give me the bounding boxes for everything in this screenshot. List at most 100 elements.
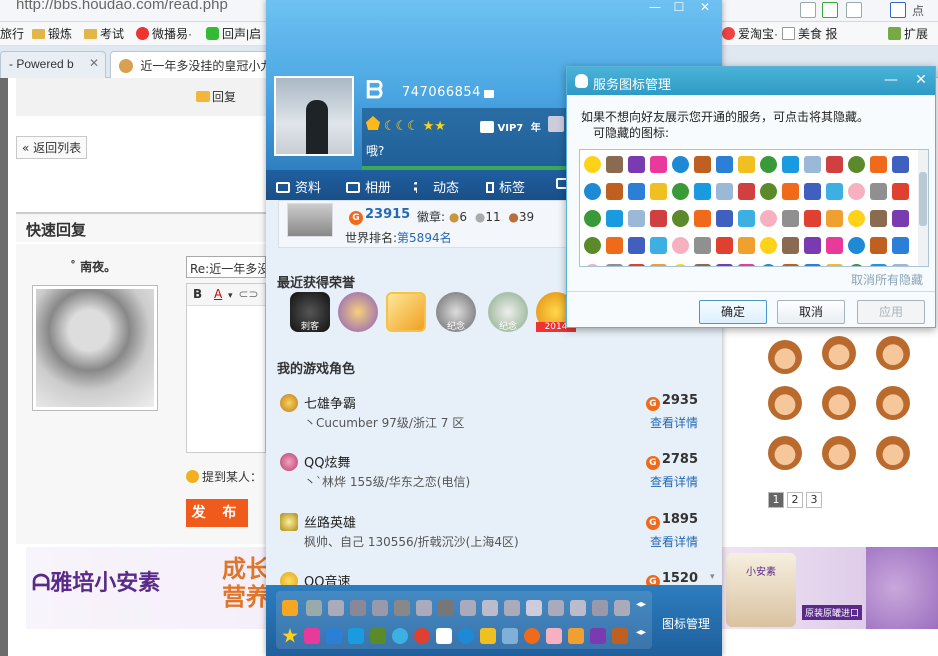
- hideable-service-icon[interactable]: [870, 210, 887, 227]
- hideable-service-icon[interactable]: [870, 183, 887, 200]
- lottery-icon[interactable]: [480, 628, 496, 644]
- hideable-service-icon[interactable]: [738, 237, 755, 254]
- hideable-service-icon[interactable]: [848, 264, 865, 266]
- bookmark-item[interactable]: 旅行: [0, 26, 24, 42]
- emoticon-monkey[interactable]: [876, 386, 910, 420]
- reply-link[interactable]: 回复: [196, 88, 236, 105]
- hideable-service-icon[interactable]: [870, 156, 887, 173]
- hideable-service-icon[interactable]: [782, 210, 799, 227]
- bookmark-item[interactable]: 微播易·: [136, 26, 192, 42]
- hideable-service-icon[interactable]: [584, 264, 601, 266]
- hideable-service-icon[interactable]: [848, 156, 865, 173]
- username[interactable]: ˚ 南夜。: [70, 258, 116, 275]
- hideable-icon-grid[interactable]: [579, 149, 929, 267]
- hideable-service-icon[interactable]: [826, 264, 843, 266]
- hideable-service-icon[interactable]: [892, 210, 909, 227]
- hideable-service-icon[interactable]: [584, 210, 601, 227]
- extensions-button[interactable]: 扩展: [888, 26, 928, 42]
- hideable-service-icon[interactable]: [606, 210, 623, 227]
- dialog-titlebar[interactable]: 服务图标管理 — ✕: [567, 67, 935, 95]
- service-icon[interactable]: [438, 600, 454, 616]
- search-engine-icon[interactable]: [846, 2, 862, 18]
- hideable-service-icon[interactable]: [584, 156, 601, 173]
- hideable-service-icon[interactable]: [672, 156, 689, 173]
- hideable-service-icon[interactable]: [628, 156, 645, 173]
- bookmark-item[interactable]: 考试: [84, 26, 124, 42]
- hideable-service-icon[interactable]: [606, 156, 623, 173]
- pet-icon[interactable]: [414, 628, 430, 644]
- scrollbar-thumb[interactable]: [919, 172, 927, 226]
- publish-button[interactable]: 发 布: [186, 499, 248, 527]
- hideable-service-icon[interactable]: [892, 183, 909, 200]
- hideable-service-icon[interactable]: [804, 264, 821, 266]
- bookmark-item[interactable]: 回声|启: [206, 26, 261, 42]
- tab-powered[interactable]: - Powered b ✕: [0, 51, 106, 78]
- service-icon[interactable]: [350, 600, 366, 616]
- hideable-service-icon[interactable]: [672, 183, 689, 200]
- view-details-link[interactable]: 查看详情: [650, 533, 698, 550]
- cube-icon[interactable]: [348, 628, 364, 644]
- emoticon-monkey[interactable]: [768, 340, 802, 374]
- reply-subject-input[interactable]: Re:近一年多没: [186, 256, 266, 278]
- service-icon[interactable]: [394, 600, 410, 616]
- hideable-service-icon[interactable]: [870, 237, 887, 254]
- pink-icon[interactable]: [546, 628, 562, 644]
- hideable-service-icon[interactable]: [650, 183, 667, 200]
- minimize-icon[interactable]: —: [644, 0, 666, 16]
- hideable-service-icon[interactable]: [738, 210, 755, 227]
- emoticon-monkey[interactable]: [876, 336, 910, 370]
- game-name[interactable]: QQ音速: [304, 571, 350, 585]
- hideable-service-icon[interactable]: [628, 237, 645, 254]
- bookmark-item[interactable]: 美食 报: [782, 26, 837, 42]
- hideable-service-icon[interactable]: [716, 237, 733, 254]
- hideable-service-icon[interactable]: [694, 210, 711, 227]
- qq-number[interactable]: 747066854: [402, 85, 481, 100]
- user-avatar[interactable]: [32, 285, 158, 411]
- apply-button[interactable]: 应用: [857, 300, 925, 324]
- hideable-service-icon[interactable]: [716, 264, 733, 266]
- hideable-service-icon[interactable]: [694, 183, 711, 200]
- hideable-service-icon[interactable]: [672, 237, 689, 254]
- chevron-left-right-icon[interactable]: ◂▸: [636, 627, 646, 638]
- hideable-service-icon[interactable]: [628, 183, 645, 200]
- hideable-service-icon[interactable]: [738, 183, 755, 200]
- farm-icon[interactable]: [370, 628, 386, 644]
- hideable-service-icon[interactable]: [584, 183, 601, 200]
- hideable-service-icon[interactable]: [760, 210, 777, 227]
- world-rank-link[interactable]: 第5894名: [397, 231, 452, 245]
- game-name[interactable]: 七雄争霸: [304, 393, 356, 412]
- tab-tags[interactable]: 标签: [486, 177, 525, 196]
- hideable-service-icon[interactable]: [804, 210, 821, 227]
- view-details-link[interactable]: 查看详情: [650, 473, 698, 490]
- hideable-service-icon[interactable]: [782, 183, 799, 200]
- cow-icon[interactable]: [436, 628, 452, 644]
- hideable-service-icon[interactable]: [760, 237, 777, 254]
- hideable-service-icon[interactable]: [650, 210, 667, 227]
- hideable-service-icon[interactable]: [694, 156, 711, 173]
- hideable-service-icon[interactable]: [804, 156, 821, 173]
- tab-album[interactable]: 相册: [346, 177, 391, 196]
- honor-badge[interactable]: 纪念: [436, 292, 476, 332]
- app-icon[interactable]: [304, 628, 320, 644]
- service-icon[interactable]: [460, 600, 476, 616]
- hideable-service-icon[interactable]: [606, 237, 623, 254]
- bold-icon[interactable]: B: [193, 287, 202, 301]
- camera-icon[interactable]: [326, 628, 342, 644]
- hideable-service-icon[interactable]: [760, 183, 777, 200]
- hideable-service-icon[interactable]: [694, 237, 711, 254]
- hideable-service-icon[interactable]: [760, 264, 777, 266]
- hideable-service-icon[interactable]: [672, 210, 689, 227]
- link-icon[interactable]: ⊂⊃: [238, 287, 258, 301]
- hideable-service-icon[interactable]: [672, 264, 689, 266]
- minimize-icon[interactable]: —: [883, 72, 899, 88]
- hideable-service-icon[interactable]: [716, 156, 733, 173]
- close-icon[interactable]: ✕: [694, 0, 716, 16]
- game-name[interactable]: QQ炫舞: [304, 452, 350, 471]
- scroll-down-icon[interactable]: ▾: [710, 572, 715, 582]
- emoticon-monkey[interactable]: [876, 436, 910, 470]
- url-text[interactable]: http://bbs.houdao.com/read.php: [16, 0, 228, 13]
- view-details-link[interactable]: 查看详情: [650, 414, 698, 431]
- hideable-service-icon[interactable]: [826, 156, 843, 173]
- star-icon[interactable]: [592, 600, 608, 616]
- hideable-service-icon[interactable]: [848, 210, 865, 227]
